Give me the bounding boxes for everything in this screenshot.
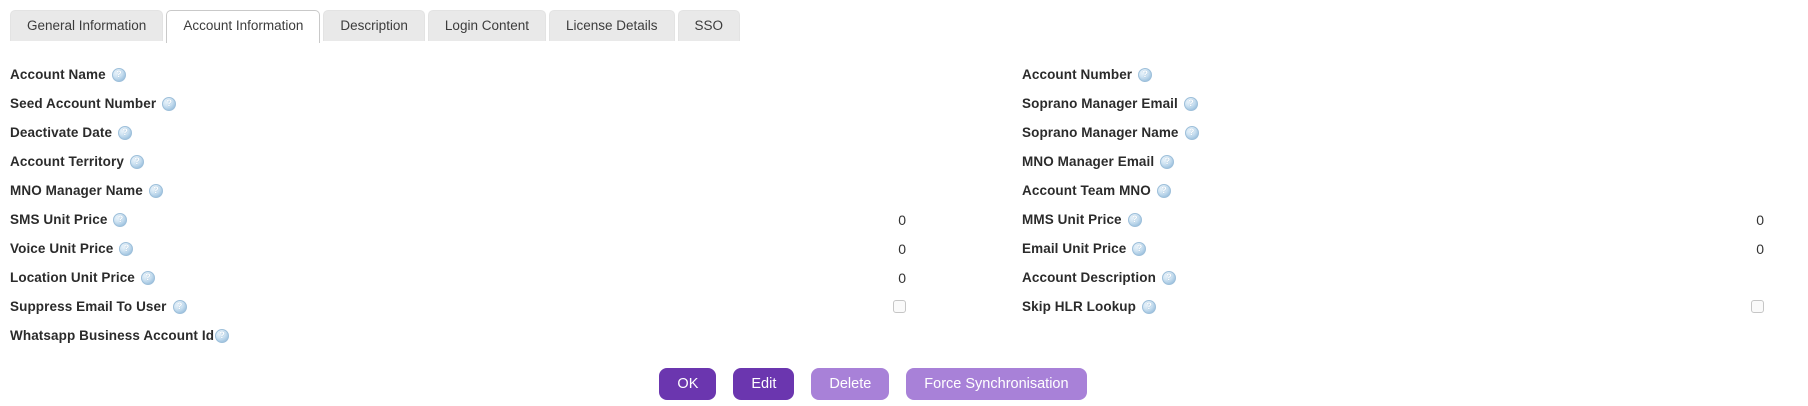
- form-row: Seed Account Number?: [0, 89, 912, 118]
- field-label: Account Team MNO: [1022, 183, 1151, 198]
- help-icon[interactable]: ?: [215, 329, 229, 343]
- help-icon[interactable]: ?: [149, 184, 163, 198]
- field-label: Deactivate Date: [10, 125, 112, 140]
- tab-login-content[interactable]: Login Content: [428, 10, 546, 41]
- help-icon[interactable]: ?: [130, 155, 144, 169]
- field-label: MNO Manager Email: [1022, 154, 1154, 169]
- tab-license-details[interactable]: License Details: [549, 10, 675, 41]
- field-label: Account Territory: [10, 154, 124, 169]
- tab-description[interactable]: Description: [323, 10, 425, 41]
- help-icon[interactable]: ?: [1132, 242, 1146, 256]
- field-label: Email Unit Price: [1022, 241, 1126, 256]
- field-label: Suppress Email To User: [10, 299, 167, 314]
- field-label: Soprano Manager Email: [1022, 96, 1178, 111]
- form-column-left: Account Name?Seed Account Number?Deactiv…: [0, 60, 912, 350]
- form-row: Deactivate Date?: [0, 118, 912, 147]
- field-checkbox[interactable]: [1751, 300, 1764, 313]
- form-row: Account Team MNO?: [912, 176, 1808, 205]
- field-label: Seed Account Number: [10, 96, 156, 111]
- help-icon[interactable]: ?: [112, 68, 126, 82]
- form-row: Soprano Manager Name?: [912, 118, 1808, 147]
- help-icon[interactable]: ?: [1184, 97, 1198, 111]
- action-button-row: OK Edit Delete Force Synchronisation: [0, 368, 1777, 400]
- field-value: 0: [898, 212, 906, 228]
- form-row: MNO Manager Name?: [0, 176, 912, 205]
- form-row: Account Name?: [0, 60, 912, 89]
- help-icon[interactable]: ?: [1128, 213, 1142, 227]
- field-label: Account Description: [1022, 270, 1156, 285]
- form-row: Voice Unit Price? 0: [0, 234, 912, 263]
- help-icon[interactable]: ?: [141, 271, 155, 285]
- form-row: Account Territory?: [0, 147, 912, 176]
- field-label: Account Name: [10, 67, 106, 82]
- help-icon[interactable]: ?: [162, 97, 176, 111]
- field-value: 0: [1756, 241, 1764, 257]
- help-icon[interactable]: ?: [118, 126, 132, 140]
- edit-button[interactable]: Edit: [733, 368, 794, 400]
- field-label: Voice Unit Price: [10, 241, 113, 256]
- field-value: 0: [898, 270, 906, 286]
- form-row: Email Unit Price? 0: [912, 234, 1808, 263]
- tab-sso[interactable]: SSO: [678, 10, 741, 41]
- tab-bar: General InformationAccount InformationDe…: [0, 0, 1808, 41]
- form-row: MNO Manager Email?: [912, 147, 1808, 176]
- field-label: Skip HLR Lookup: [1022, 299, 1136, 314]
- account-information-form: Account Name?Seed Account Number?Deactiv…: [0, 60, 1808, 350]
- field-value: 0: [1756, 212, 1764, 228]
- delete-button[interactable]: Delete: [811, 368, 889, 400]
- help-icon[interactable]: ?: [1142, 300, 1156, 314]
- form-row: Location Unit Price? 0: [0, 263, 912, 292]
- field-label: SMS Unit Price: [10, 212, 107, 227]
- field-label: Location Unit Price: [10, 270, 135, 285]
- form-row: SMS Unit Price? 0: [0, 205, 912, 234]
- form-column-right: Account Number?Soprano Manager Email?Sop…: [912, 60, 1808, 350]
- help-icon[interactable]: ?: [1162, 271, 1176, 285]
- help-icon[interactable]: ?: [119, 242, 133, 256]
- tab-general-information[interactable]: General Information: [10, 10, 163, 41]
- help-icon[interactable]: ?: [1138, 68, 1152, 82]
- form-row: Suppress Email To User?: [0, 292, 912, 321]
- help-icon[interactable]: ?: [1157, 184, 1171, 198]
- form-row: Account Number?: [912, 60, 1808, 89]
- field-label: MNO Manager Name: [10, 183, 143, 198]
- field-value: 0: [898, 241, 906, 257]
- field-checkbox[interactable]: [893, 300, 906, 313]
- form-row: MMS Unit Price? 0: [912, 205, 1808, 234]
- field-label: Account Number: [1022, 67, 1132, 82]
- help-icon[interactable]: ?: [173, 300, 187, 314]
- help-icon[interactable]: ?: [1185, 126, 1199, 140]
- ok-button[interactable]: OK: [659, 368, 716, 400]
- form-row: Skip HLR Lookup?: [912, 292, 1808, 321]
- form-row: Soprano Manager Email?: [912, 89, 1808, 118]
- form-row: Account Description?: [912, 263, 1808, 292]
- help-icon[interactable]: ?: [1160, 155, 1174, 169]
- field-label: Whatsapp Business Account Id: [10, 328, 214, 343]
- field-label: Soprano Manager Name: [1022, 125, 1179, 140]
- tab-account-information[interactable]: Account Information: [166, 10, 320, 43]
- form-row: Whatsapp Business Account Id?: [0, 321, 912, 350]
- field-label: MMS Unit Price: [1022, 212, 1122, 227]
- force-synchronisation-button[interactable]: Force Synchronisation: [906, 368, 1086, 400]
- help-icon[interactable]: ?: [113, 213, 127, 227]
